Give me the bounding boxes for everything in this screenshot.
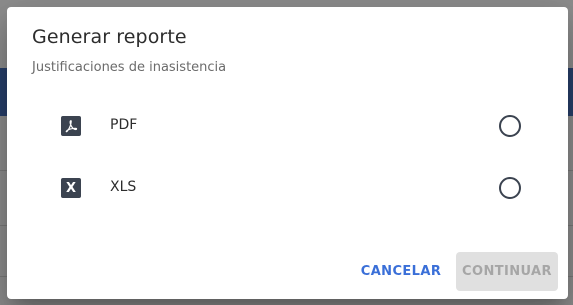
dialog-title: Generar reporte (32, 26, 187, 48)
excel-icon: X (61, 178, 81, 198)
generate-report-dialog: Generar reporte Justificaciones de inasi… (7, 7, 568, 299)
option-pdf[interactable]: PDF (7, 105, 568, 149)
cancel-button[interactable]: CANCELAR (357, 253, 445, 289)
option-label-pdf: PDF (110, 117, 138, 133)
continue-button[interactable]: CONTINUAR (456, 252, 558, 291)
option-label-xls: XLS (110, 179, 137, 195)
dialog-subtitle: Justificaciones de inasistencia (32, 60, 227, 75)
option-xls[interactable]: X XLS (7, 167, 568, 211)
radio-xls[interactable] (499, 177, 521, 199)
pdf-icon (61, 116, 81, 136)
radio-pdf[interactable] (499, 115, 521, 137)
pdf-acrobat-glyph (65, 120, 78, 133)
